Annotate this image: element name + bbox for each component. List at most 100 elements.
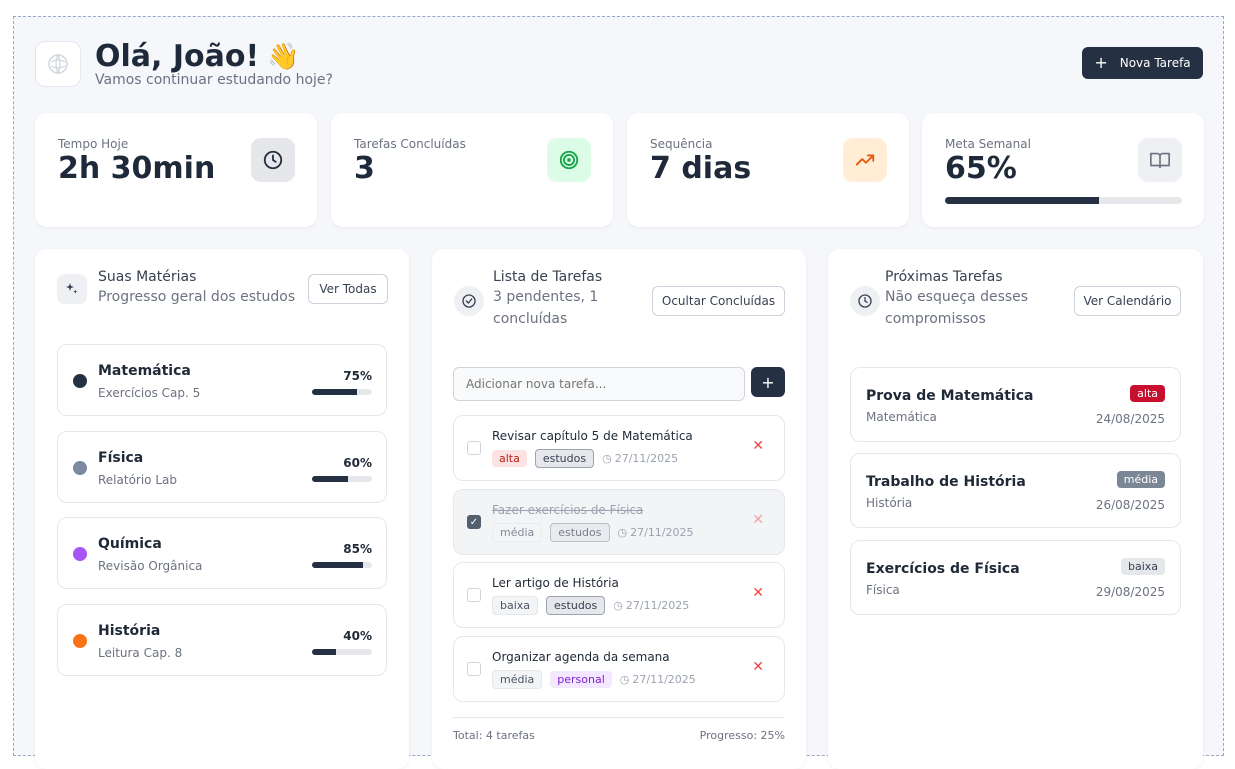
- upcoming-date: 29/08/2025: [1095, 585, 1165, 599]
- clock-icon: ◷: [619, 673, 630, 686]
- delete-task-icon[interactable]: ✕: [752, 512, 764, 528]
- hide-completed-button[interactable]: Ocultar Concluídas: [652, 286, 785, 316]
- wave-emoji-icon: 👋: [267, 41, 300, 72]
- clock-icon: ◷: [613, 599, 623, 612]
- greeting-text: Olá, João!: [95, 39, 260, 74]
- task-checkbox[interactable]: [467, 588, 481, 602]
- tasks-panel: Lista de Tarefas 3 pendentes, 1 concluíd…: [432, 249, 806, 769]
- stat-card-streak: Sequência 7 dias: [627, 113, 909, 227]
- task-item: Revisar capítulo 5 de Matemática alta es…: [453, 415, 785, 481]
- dashboard-frame: Olá, João! 👋 Vamos continuar estudando h…: [13, 16, 1224, 769]
- priority-tag: média: [492, 670, 543, 689]
- task-checkbox[interactable]: [467, 662, 481, 676]
- plus-icon: +: [761, 372, 775, 392]
- new-task-label: Nova Tarefa: [1119, 56, 1191, 70]
- task-date-text: 27/11/2025: [625, 599, 690, 612]
- check-circle-icon: [454, 286, 484, 316]
- task-title: Organizar agenda da semana: [492, 650, 670, 664]
- task-date-text: 27/11/2025: [630, 526, 694, 539]
- stat-value: 3: [354, 151, 375, 186]
- upcoming-date: 24/08/2025: [1095, 412, 1165, 426]
- upcoming-item[interactable]: Exercícios de Física Física baixa 29/08/…: [850, 540, 1181, 615]
- stat-value: 65%: [945, 151, 1017, 186]
- subject-name: História: [98, 623, 161, 639]
- subject-card[interactable]: História Leitura Cap. 8 40%: [57, 604, 387, 676]
- tasks-progress: Progresso: 25%: [699, 729, 785, 742]
- task-checkbox[interactable]: [467, 441, 481, 455]
- stat-card-tasks-done: Tarefas Concluídas 3: [331, 113, 613, 227]
- subject-color-dot: [73, 547, 87, 561]
- task-title: Revisar capítulo 5 de Matemática: [492, 429, 693, 443]
- subject-card[interactable]: Química Revisão Orgânica 85%: [57, 517, 387, 589]
- stat-label: Meta Semanal: [945, 137, 1031, 151]
- clock-icon: ◷: [617, 526, 628, 539]
- upcoming-title: Trabalho de História: [866, 474, 1026, 490]
- stat-card-time-today: Tempo Hoje 2h 30min: [35, 113, 317, 227]
- task-tags: média estudos ◷ 27/11/2025: [492, 523, 694, 542]
- delete-task-icon[interactable]: ✕: [752, 659, 764, 675]
- upcoming-panel: Próximas Tarefas Não esqueça desses comp…: [828, 249, 1203, 769]
- subject-pct: 60%: [343, 456, 372, 470]
- header: Olá, João! 👋 Vamos continuar estudando h…: [35, 39, 1203, 99]
- subject-progress-fill: [312, 389, 357, 395]
- task-date-text: 27/11/2025: [614, 452, 679, 465]
- task-item: ✓ Fazer exercícios de Física média estud…: [453, 489, 785, 555]
- panel-subtitle-line1: 3 pendentes, 1: [493, 289, 599, 305]
- task-date: ◷ 27/11/2025: [620, 673, 696, 686]
- upcoming-subject: Matemática: [866, 410, 937, 424]
- priority-tag: alta: [492, 450, 527, 467]
- task-date: ◷ 27/11/2025: [613, 599, 689, 612]
- upcoming-title: Exercícios de Física: [866, 561, 1020, 577]
- target-icon: [547, 138, 591, 182]
- upcoming-subject: História: [866, 496, 913, 510]
- task-tags: alta estudos ◷ 27/11/2025: [492, 449, 678, 468]
- subject-color-dot: [73, 461, 87, 475]
- subject-name: Química: [98, 536, 162, 552]
- category-tag: estudos: [546, 596, 606, 615]
- divider: [453, 717, 785, 718]
- priority-badge: alta: [1130, 385, 1165, 402]
- upcoming-item[interactable]: Trabalho de História História média 26/0…: [850, 453, 1181, 528]
- upcoming-item[interactable]: Prova de Matemática Matemática alta 24/0…: [850, 367, 1181, 442]
- subject-progress-bar: [312, 476, 372, 482]
- delete-task-icon[interactable]: ✕: [752, 438, 764, 454]
- subject-name: Física: [98, 450, 144, 466]
- category-tag: estudos: [550, 523, 610, 542]
- subject-desc: Revisão Orgânica: [98, 559, 203, 573]
- subject-color-dot: [73, 634, 87, 648]
- sparkles-icon: [57, 274, 87, 304]
- task-checkbox[interactable]: ✓: [467, 515, 481, 529]
- clock-icon: [850, 286, 880, 316]
- panel-subtitle-line2: concluídas: [493, 311, 568, 327]
- task-item: Ler artigo de História baixa estudos ◷ 27…: [453, 562, 785, 628]
- stat-label: Tempo Hoje: [58, 137, 129, 151]
- category-tag: estudos: [534, 449, 595, 468]
- priority-badge: média: [1116, 471, 1165, 488]
- view-calendar-button[interactable]: Ver Calendário: [1074, 286, 1181, 316]
- task-tags: média personal ◷ 27/11/2025: [492, 670, 696, 689]
- add-task-button[interactable]: +: [751, 367, 785, 397]
- greeting-title: Olá, João! 👋: [95, 39, 300, 74]
- stat-value: 2h 30min: [58, 151, 216, 186]
- tasks-total: Total: 4 tarefas: [453, 729, 535, 742]
- subject-card[interactable]: Matemática Exercícios Cap. 5 75%: [57, 344, 387, 416]
- priority-badge: baixa: [1120, 558, 1165, 575]
- subject-desc: Leitura Cap. 8: [98, 646, 183, 660]
- task-date: ◷ 27/11/2025: [602, 452, 678, 465]
- subject-color-dot: [73, 374, 87, 388]
- delete-task-icon[interactable]: ✕: [752, 585, 764, 601]
- panel-title: Próximas Tarefas: [885, 269, 1003, 285]
- subject-desc: Exercícios Cap. 5: [98, 386, 201, 400]
- subject-pct: 40%: [343, 629, 372, 643]
- trending-up-icon: [843, 138, 887, 182]
- weekly-goal-progress-fill: [945, 197, 1100, 204]
- task-title: Fazer exercícios de Física: [492, 503, 644, 517]
- subject-card[interactable]: Física Relatório Lab 60%: [57, 431, 387, 503]
- book-icon: [1138, 138, 1182, 182]
- new-task-button[interactable]: + Nova Tarefa: [1082, 47, 1203, 79]
- subject-progress-bar: [312, 389, 372, 395]
- view-all-button[interactable]: Ver Todas: [308, 274, 388, 304]
- new-task-input[interactable]: [453, 367, 745, 401]
- subject-progress-fill: [312, 476, 348, 482]
- task-title: Ler artigo de História: [492, 576, 619, 590]
